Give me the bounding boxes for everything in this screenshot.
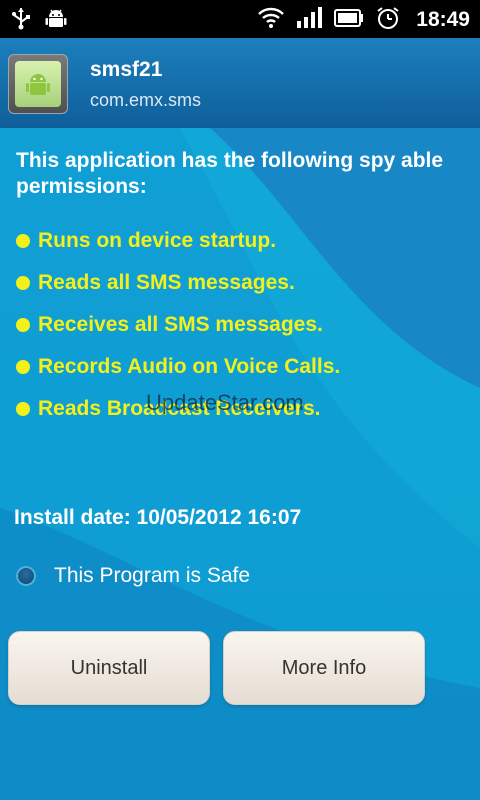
app-header: smsf21 com.emx.sms xyxy=(0,38,480,129)
permission-label: Records Audio on Voice Calls. xyxy=(38,355,341,378)
usb-icon xyxy=(10,6,32,34)
app-icon xyxy=(8,54,68,114)
permission-item: Receives all SMS messages. xyxy=(16,304,476,346)
bullet-icon xyxy=(16,402,30,416)
permission-label: Reads all SMS messages. xyxy=(38,271,295,294)
android-app-icon xyxy=(15,61,61,107)
app-package-name: com.emx.sms xyxy=(90,90,202,110)
app-screen: 18:49 smsf21 com.emx.sms This applicatio… xyxy=(0,0,480,800)
signal-icon xyxy=(296,7,323,33)
safe-option[interactable]: This Program is Safe xyxy=(16,564,250,588)
uninstall-button[interactable]: Uninstall xyxy=(8,631,210,705)
install-date: Install date: 10/05/2012 16:07 xyxy=(14,506,302,529)
watermark: UpdateStar.com xyxy=(146,390,304,415)
bullet-icon xyxy=(16,318,30,332)
safe-radio-button[interactable] xyxy=(16,566,36,586)
permission-item: Records Audio on Voice Calls. xyxy=(16,346,476,388)
permission-item: Runs on device startup. xyxy=(16,220,476,262)
status-left-icons xyxy=(10,6,68,34)
permissions-panel: This application has the following spy a… xyxy=(0,128,480,800)
clock-time: 18:49 xyxy=(416,8,470,31)
permission-label: Receives all SMS messages. xyxy=(38,313,323,336)
alarm-clock-icon xyxy=(376,6,400,34)
status-right-icons: 18:49 xyxy=(258,6,470,34)
battery-icon xyxy=(334,8,364,32)
wifi-icon xyxy=(258,7,285,33)
bullet-icon xyxy=(16,360,30,374)
app-name: smsf21 xyxy=(90,58,163,81)
permission-label: Runs on device startup. xyxy=(38,229,277,252)
bullet-icon xyxy=(16,276,30,290)
permissions-heading: This application has the following spy a… xyxy=(16,149,444,198)
safe-option-label: This Program is Safe xyxy=(54,564,251,587)
bullet-icon xyxy=(16,234,30,248)
more-info-button[interactable]: More Info xyxy=(223,631,425,705)
android-debug-icon xyxy=(44,6,68,34)
status-bar: 18:49 xyxy=(0,0,480,38)
permission-item: Reads all SMS messages. xyxy=(16,262,476,304)
